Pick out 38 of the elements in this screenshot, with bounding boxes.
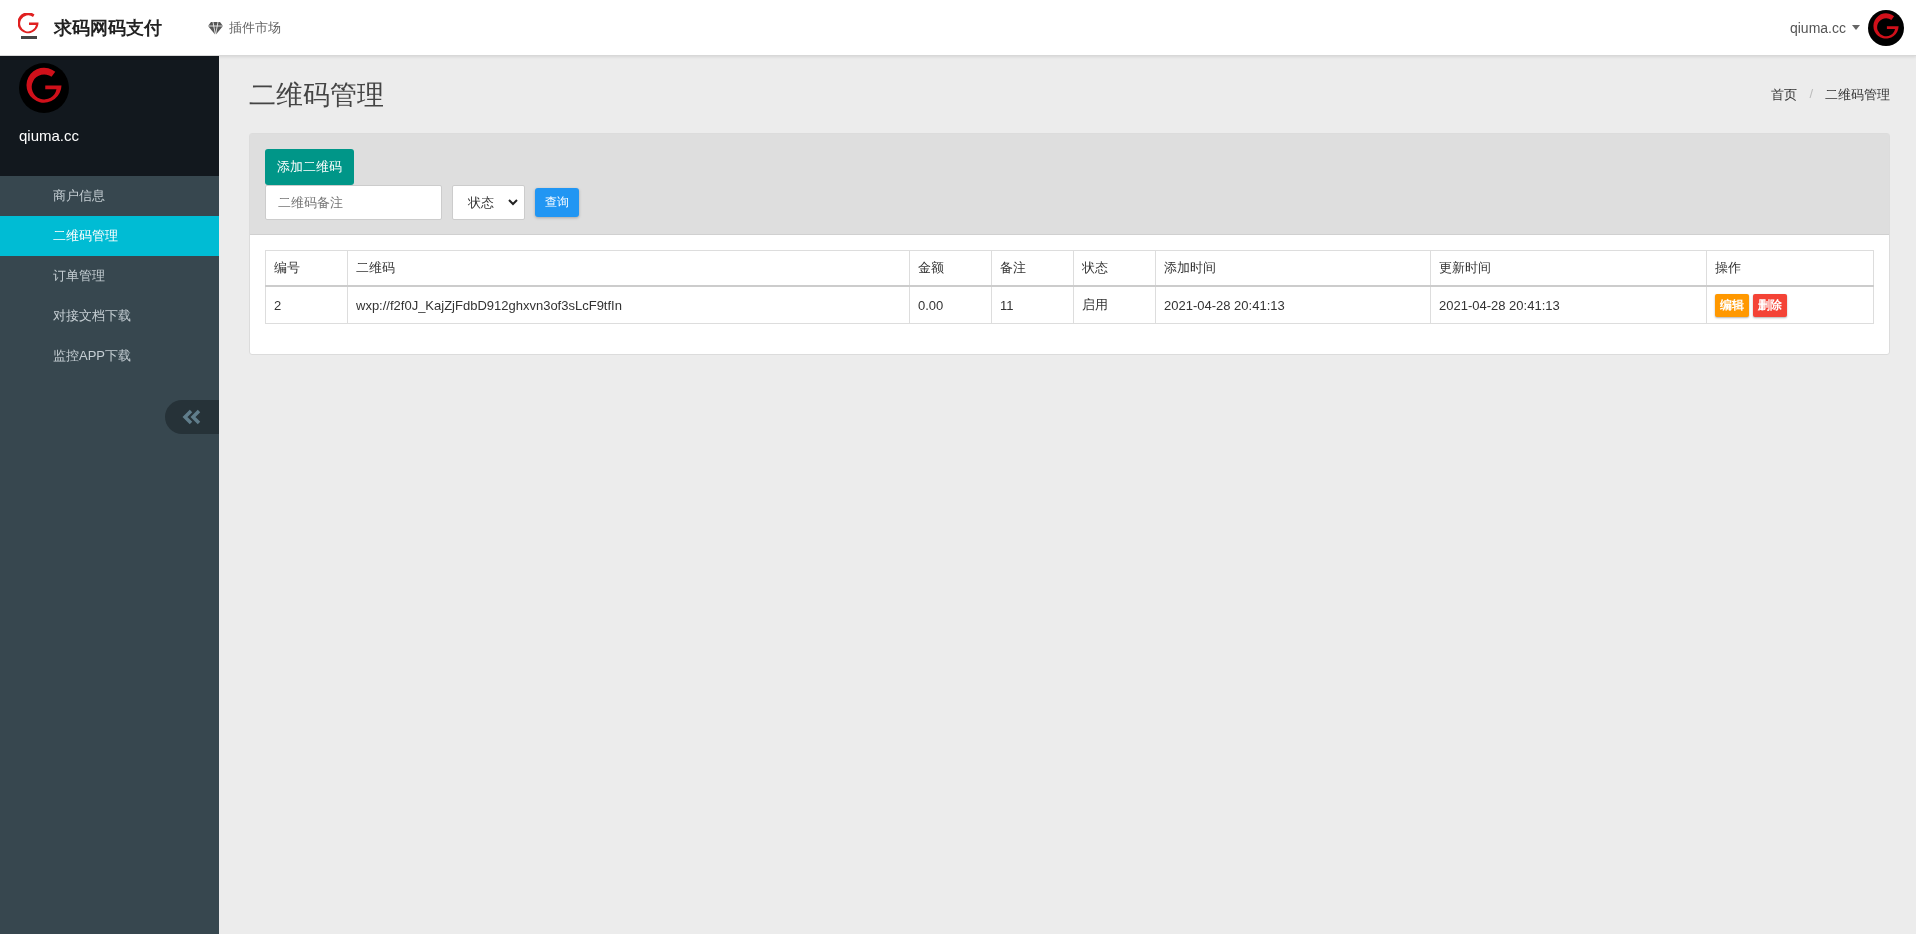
page-title: 二维码管理 [249,78,384,112]
table-cell: 0.00 [909,286,992,324]
avatar-icon [19,63,69,113]
table-cell: 2021-04-28 20:41:13 [1155,286,1431,324]
column-header: 操作 [1706,250,1874,286]
brand-title: 求码网码支付 [54,16,162,40]
sidebar-item[interactable]: 对接文档下载 [0,296,219,336]
column-header: 更新时间 [1430,250,1707,286]
column-header: 状态 [1073,250,1156,286]
table-cell: 2 [265,286,348,324]
diamond-icon [208,20,223,35]
sidebar-item[interactable]: 商户信息 [0,176,219,216]
remark-input-field[interactable]: 二维码备注 [265,185,442,220]
column-header: 二维码 [347,250,910,286]
sidebar-item[interactable]: 监控APP下载 [0,336,219,376]
table-cell: wxp://f2f0J_KajZjFdbD912ghxvn3of3sLcF9tfIn [347,286,910,324]
table-cell: 2021-04-28 20:41:13 [1430,286,1707,324]
add-qrcode-button[interactable]: 添加二维码 [265,149,354,185]
user-menu[interactable]: qiuma.cc [1789,19,1860,36]
column-header: 备注 [991,250,1074,286]
breadcrumb-separator: / [1809,85,1813,103]
chevron-down-icon [508,199,518,206]
breadcrumb-link[interactable]: 首页 [1771,85,1798,104]
column-header: 添加时间 [1155,250,1431,286]
table-cell: 启用 [1073,286,1156,324]
avatar-icon[interactable] [1868,9,1904,46]
caret-icon [1852,25,1860,30]
status-select[interactable]: 状态 [452,185,525,220]
sidebar-item[interactable]: 订单管理 [0,256,219,296]
nav-link[interactable]: 插件市场 [208,18,281,37]
double-chevron-icon [182,409,202,425]
breadcrumb-current: 二维码管理 [1825,85,1890,104]
table-cell: 11 [991,286,1074,324]
collapse-button[interactable] [165,400,219,434]
column-header: 金额 [909,250,992,286]
delete-button[interactable]: 删除 [1753,293,1787,317]
username: qiuma.cc [19,127,80,144]
column-header: 编号 [265,250,348,286]
